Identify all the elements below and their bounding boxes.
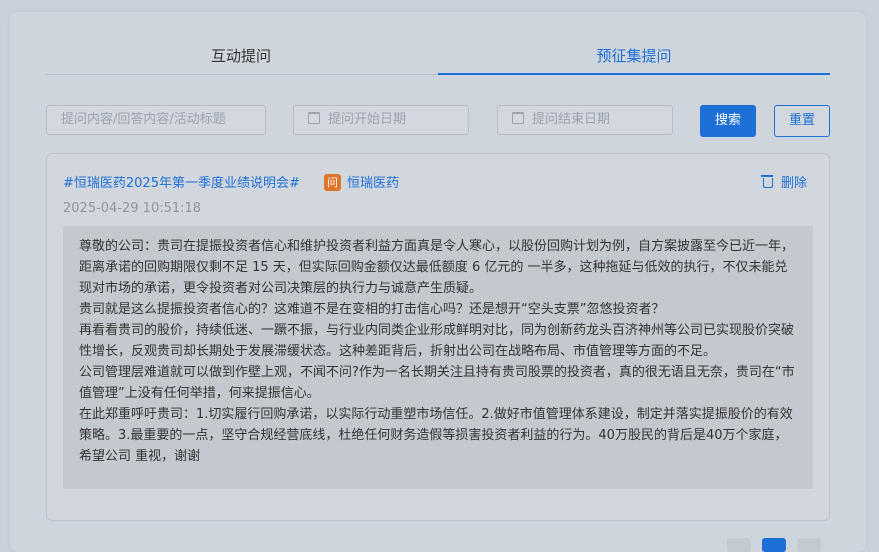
question-badge-icon: 问	[324, 174, 341, 191]
end-date-picker[interactable]: 提问结束日期	[497, 105, 673, 135]
pagination-prev[interactable]	[727, 538, 751, 552]
event-topic-link[interactable]: #恒瑞医药2025年第一季度业绩说明会#	[63, 172, 300, 191]
question-content: 尊敬的公司：贵司在提振投资者信心和维护投资者利益方面真是令人寒心，以股份回购计划…	[63, 226, 813, 489]
reset-button[interactable]: 重置	[774, 105, 830, 137]
tab-interactive-questions[interactable]: 互动提问	[45, 38, 437, 74]
start-date-placeholder: 提问开始日期	[328, 112, 407, 127]
question-paragraph: 再看看贵司的股价，持续低迷、一蹶不振，与行业内同类企业形成鲜明对比，同为创新药龙…	[79, 323, 795, 359]
calendar-icon	[308, 112, 320, 124]
question-paragraph: 贵司就是这么提振投资者信心的？这难道不是在变相的打击信心吗？还是想开“空头支票”…	[79, 302, 665, 317]
end-date-placeholder: 提问结束日期	[532, 112, 611, 127]
keyword-search-input[interactable]: 提问内容/回答内容/活动标题	[46, 105, 266, 135]
delete-button[interactable]: 删除	[761, 172, 808, 191]
question-timestamp: 2025-04-29 10:51:18	[63, 201, 202, 216]
start-date-picker[interactable]: 提问开始日期	[293, 105, 469, 135]
trash-icon	[761, 175, 773, 188]
active-tab-indicator	[438, 73, 830, 75]
question-paragraph: 公司管理层难道就可以做到作壁上观，不闻不问?作为一名长期关注且持有贵司股票的投资…	[79, 365, 795, 401]
company-name-link[interactable]: 恒瑞医药	[347, 172, 399, 191]
pagination-next[interactable]	[797, 538, 821, 552]
delete-label: 删除	[781, 176, 808, 191]
question-paragraph: 尊敬的公司：贵司在提振投资者信心和维护投资者利益方面真是令人寒心，以股份回购计划…	[79, 239, 795, 296]
question-card: #恒瑞医药2025年第一季度业绩说明会# 问 恒瑞医药 删除 2025-04-2…	[46, 153, 830, 521]
pagination-current-page[interactable]	[762, 538, 786, 552]
search-button[interactable]: 搜索	[700, 105, 756, 137]
keyword-placeholder: 提问内容/回答内容/活动标题	[61, 112, 226, 127]
calendar-icon	[512, 112, 524, 124]
tab-pre-collected-questions[interactable]: 预征集提问	[438, 38, 830, 74]
tab-bar: 互动提问 预征集提问	[45, 38, 830, 75]
question-paragraph: 在此郑重呼吁贵司：1.切实履行回购承诺，以实际行动重塑市场信任。2.做好市值管理…	[79, 407, 793, 464]
